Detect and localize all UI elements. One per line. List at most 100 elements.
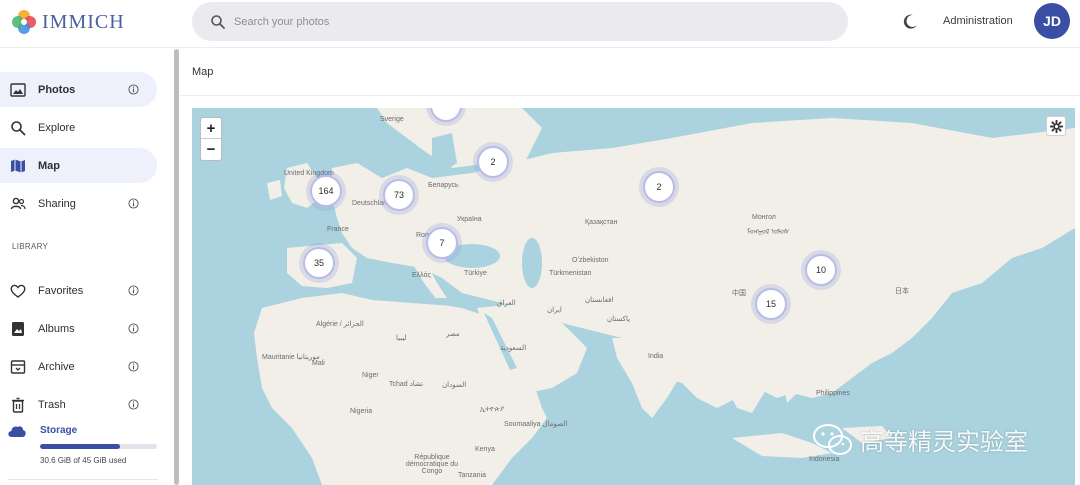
storage-progress-bar bbox=[40, 444, 157, 449]
zoom-control: + − bbox=[200, 117, 222, 161]
sidebar-item-label: Map bbox=[38, 159, 60, 172]
map-label: République démocratique du Congo bbox=[405, 454, 459, 475]
search-bar[interactable] bbox=[192, 2, 848, 41]
map-label: Oʻzbekiston bbox=[572, 257, 609, 264]
info-icon[interactable] bbox=[128, 323, 139, 334]
map-label: السودان bbox=[442, 382, 467, 389]
map-label: Niger bbox=[362, 372, 379, 379]
heart-icon bbox=[10, 284, 26, 298]
sidebar-item-map[interactable]: Map bbox=[0, 148, 157, 183]
map-label: Қазақстан bbox=[585, 219, 618, 226]
immich-logo-icon bbox=[12, 10, 36, 34]
info-icon[interactable] bbox=[128, 399, 139, 410]
sidebar-item-albums[interactable]: Albums bbox=[0, 311, 157, 346]
app-name: IMMICH bbox=[42, 10, 125, 33]
sidebar-item-label: Archive bbox=[38, 360, 75, 373]
album-icon bbox=[12, 321, 24, 336]
zoom-out-button[interactable]: − bbox=[201, 139, 221, 160]
sidebar-item-favorites[interactable]: Favorites bbox=[0, 273, 157, 308]
map-label: ایران bbox=[547, 307, 562, 314]
photo-cluster-marker[interactable]: 73 bbox=[383, 179, 415, 211]
search-icon bbox=[211, 14, 225, 29]
info-icon[interactable] bbox=[128, 198, 139, 209]
photos-icon bbox=[10, 82, 26, 97]
storage-label: Storage bbox=[40, 425, 78, 436]
sidebar-item-trash[interactable]: Trash bbox=[0, 387, 157, 422]
sidebar: Photos Explore Map Sharing LIBRARY Favor… bbox=[0, 49, 172, 485]
dark-mode-moon-icon[interactable] bbox=[900, 12, 920, 32]
zoom-in-button[interactable]: + bbox=[201, 118, 221, 139]
search-input[interactable] bbox=[234, 15, 794, 28]
photo-cluster-marker[interactable]: 15 bbox=[755, 288, 787, 320]
top-bar: IMMICH Administration JD bbox=[0, 0, 1080, 48]
watermark: 高等精灵实验室 bbox=[812, 422, 1028, 457]
storage-progress-fill bbox=[40, 444, 120, 449]
map-label: India bbox=[648, 353, 664, 360]
map-label: Монгол bbox=[752, 214, 776, 221]
map-settings-button[interactable] bbox=[1046, 116, 1066, 136]
map-label: Sverige bbox=[380, 116, 404, 123]
sidebar-divider bbox=[8, 479, 158, 480]
photo-cluster-marker[interactable]: 164 bbox=[310, 175, 342, 207]
sidebar-item-label: Favorites bbox=[38, 284, 84, 297]
people-icon bbox=[10, 197, 26, 209]
photo-cluster-marker[interactable]: 2 bbox=[477, 146, 509, 178]
photo-cluster-marker[interactable]: 35 bbox=[303, 247, 335, 279]
map-label: Türkiye bbox=[464, 270, 487, 277]
photo-cluster-marker[interactable]: 2 bbox=[643, 171, 675, 203]
map-label: 中国 bbox=[732, 290, 746, 297]
map-label: Беларусь bbox=[428, 182, 459, 189]
map-label: ᠮᠣᠩᠭᠣᠯ ᠤᠯᠤᠰ bbox=[747, 229, 790, 236]
map-label: Nigeria bbox=[350, 408, 373, 415]
sidebar-item-sharing[interactable]: Sharing bbox=[0, 186, 157, 221]
map-label: Mali bbox=[312, 360, 325, 367]
map-label: Україна bbox=[457, 216, 482, 223]
sidebar-item-label: Albums bbox=[38, 322, 75, 335]
map-label: ليبيا bbox=[396, 335, 407, 342]
map-label: Türkmenistan bbox=[549, 270, 592, 277]
map-view[interactable]: Sverige United Kingdom Deutschland Franc… bbox=[192, 108, 1075, 485]
info-icon[interactable] bbox=[128, 285, 139, 296]
map-label: افغانستان bbox=[585, 297, 614, 304]
map-label: Indonesia bbox=[809, 456, 840, 463]
map-label: Algérie / الجزائر bbox=[316, 321, 364, 328]
map-label: Ελλάς bbox=[412, 272, 431, 279]
sidebar-scrollbar[interactable] bbox=[174, 49, 179, 485]
map-label: Philippines bbox=[816, 390, 850, 397]
title-divider bbox=[180, 95, 1080, 96]
archive-icon bbox=[10, 359, 26, 374]
map-label: Tchad تشاد bbox=[389, 381, 424, 388]
watermark-text: 高等精灵实验室 bbox=[860, 428, 1028, 456]
map-label: مصر bbox=[446, 331, 460, 338]
map-icon bbox=[11, 159, 25, 172]
cloud-icon bbox=[8, 426, 26, 437]
library-section-label: LIBRARY bbox=[12, 242, 49, 251]
sidebar-item-photos[interactable]: Photos bbox=[0, 72, 157, 107]
user-avatar[interactable]: JD bbox=[1034, 3, 1070, 39]
photo-cluster-marker[interactable]: 10 bbox=[805, 254, 837, 286]
page-title: Map bbox=[192, 66, 214, 78]
search-icon bbox=[11, 120, 26, 135]
map-label: Kenya bbox=[475, 446, 495, 453]
map-label: Tanzania bbox=[458, 472, 487, 479]
map-label: 日本 bbox=[895, 288, 909, 295]
storage-used-text: 30.6 GiB of 45 GiB used bbox=[40, 456, 127, 465]
map-label: السعودية bbox=[500, 345, 527, 352]
info-icon[interactable] bbox=[128, 361, 139, 372]
gear-icon bbox=[1049, 119, 1063, 133]
map-label: France bbox=[327, 226, 349, 233]
app-logo[interactable]: IMMICH bbox=[10, 8, 125, 36]
map-label: Soomaaliya الصومال bbox=[504, 421, 568, 428]
sidebar-item-archive[interactable]: Archive bbox=[0, 349, 157, 384]
sidebar-item-label: Photos bbox=[38, 83, 76, 96]
map-label: پاکستان bbox=[607, 316, 631, 323]
sidebar-item-label: Trash bbox=[38, 398, 66, 411]
administration-link[interactable]: Administration bbox=[943, 15, 1013, 27]
sidebar-item-label: Sharing bbox=[38, 197, 76, 210]
info-icon[interactable] bbox=[128, 84, 139, 95]
map-label: ኢትዮጵያ bbox=[480, 406, 505, 413]
sidebar-item-label: Explore bbox=[38, 121, 76, 134]
trash-icon bbox=[12, 397, 24, 413]
photo-cluster-marker[interactable]: 7 bbox=[426, 227, 458, 259]
sidebar-item-explore[interactable]: Explore bbox=[0, 110, 157, 145]
